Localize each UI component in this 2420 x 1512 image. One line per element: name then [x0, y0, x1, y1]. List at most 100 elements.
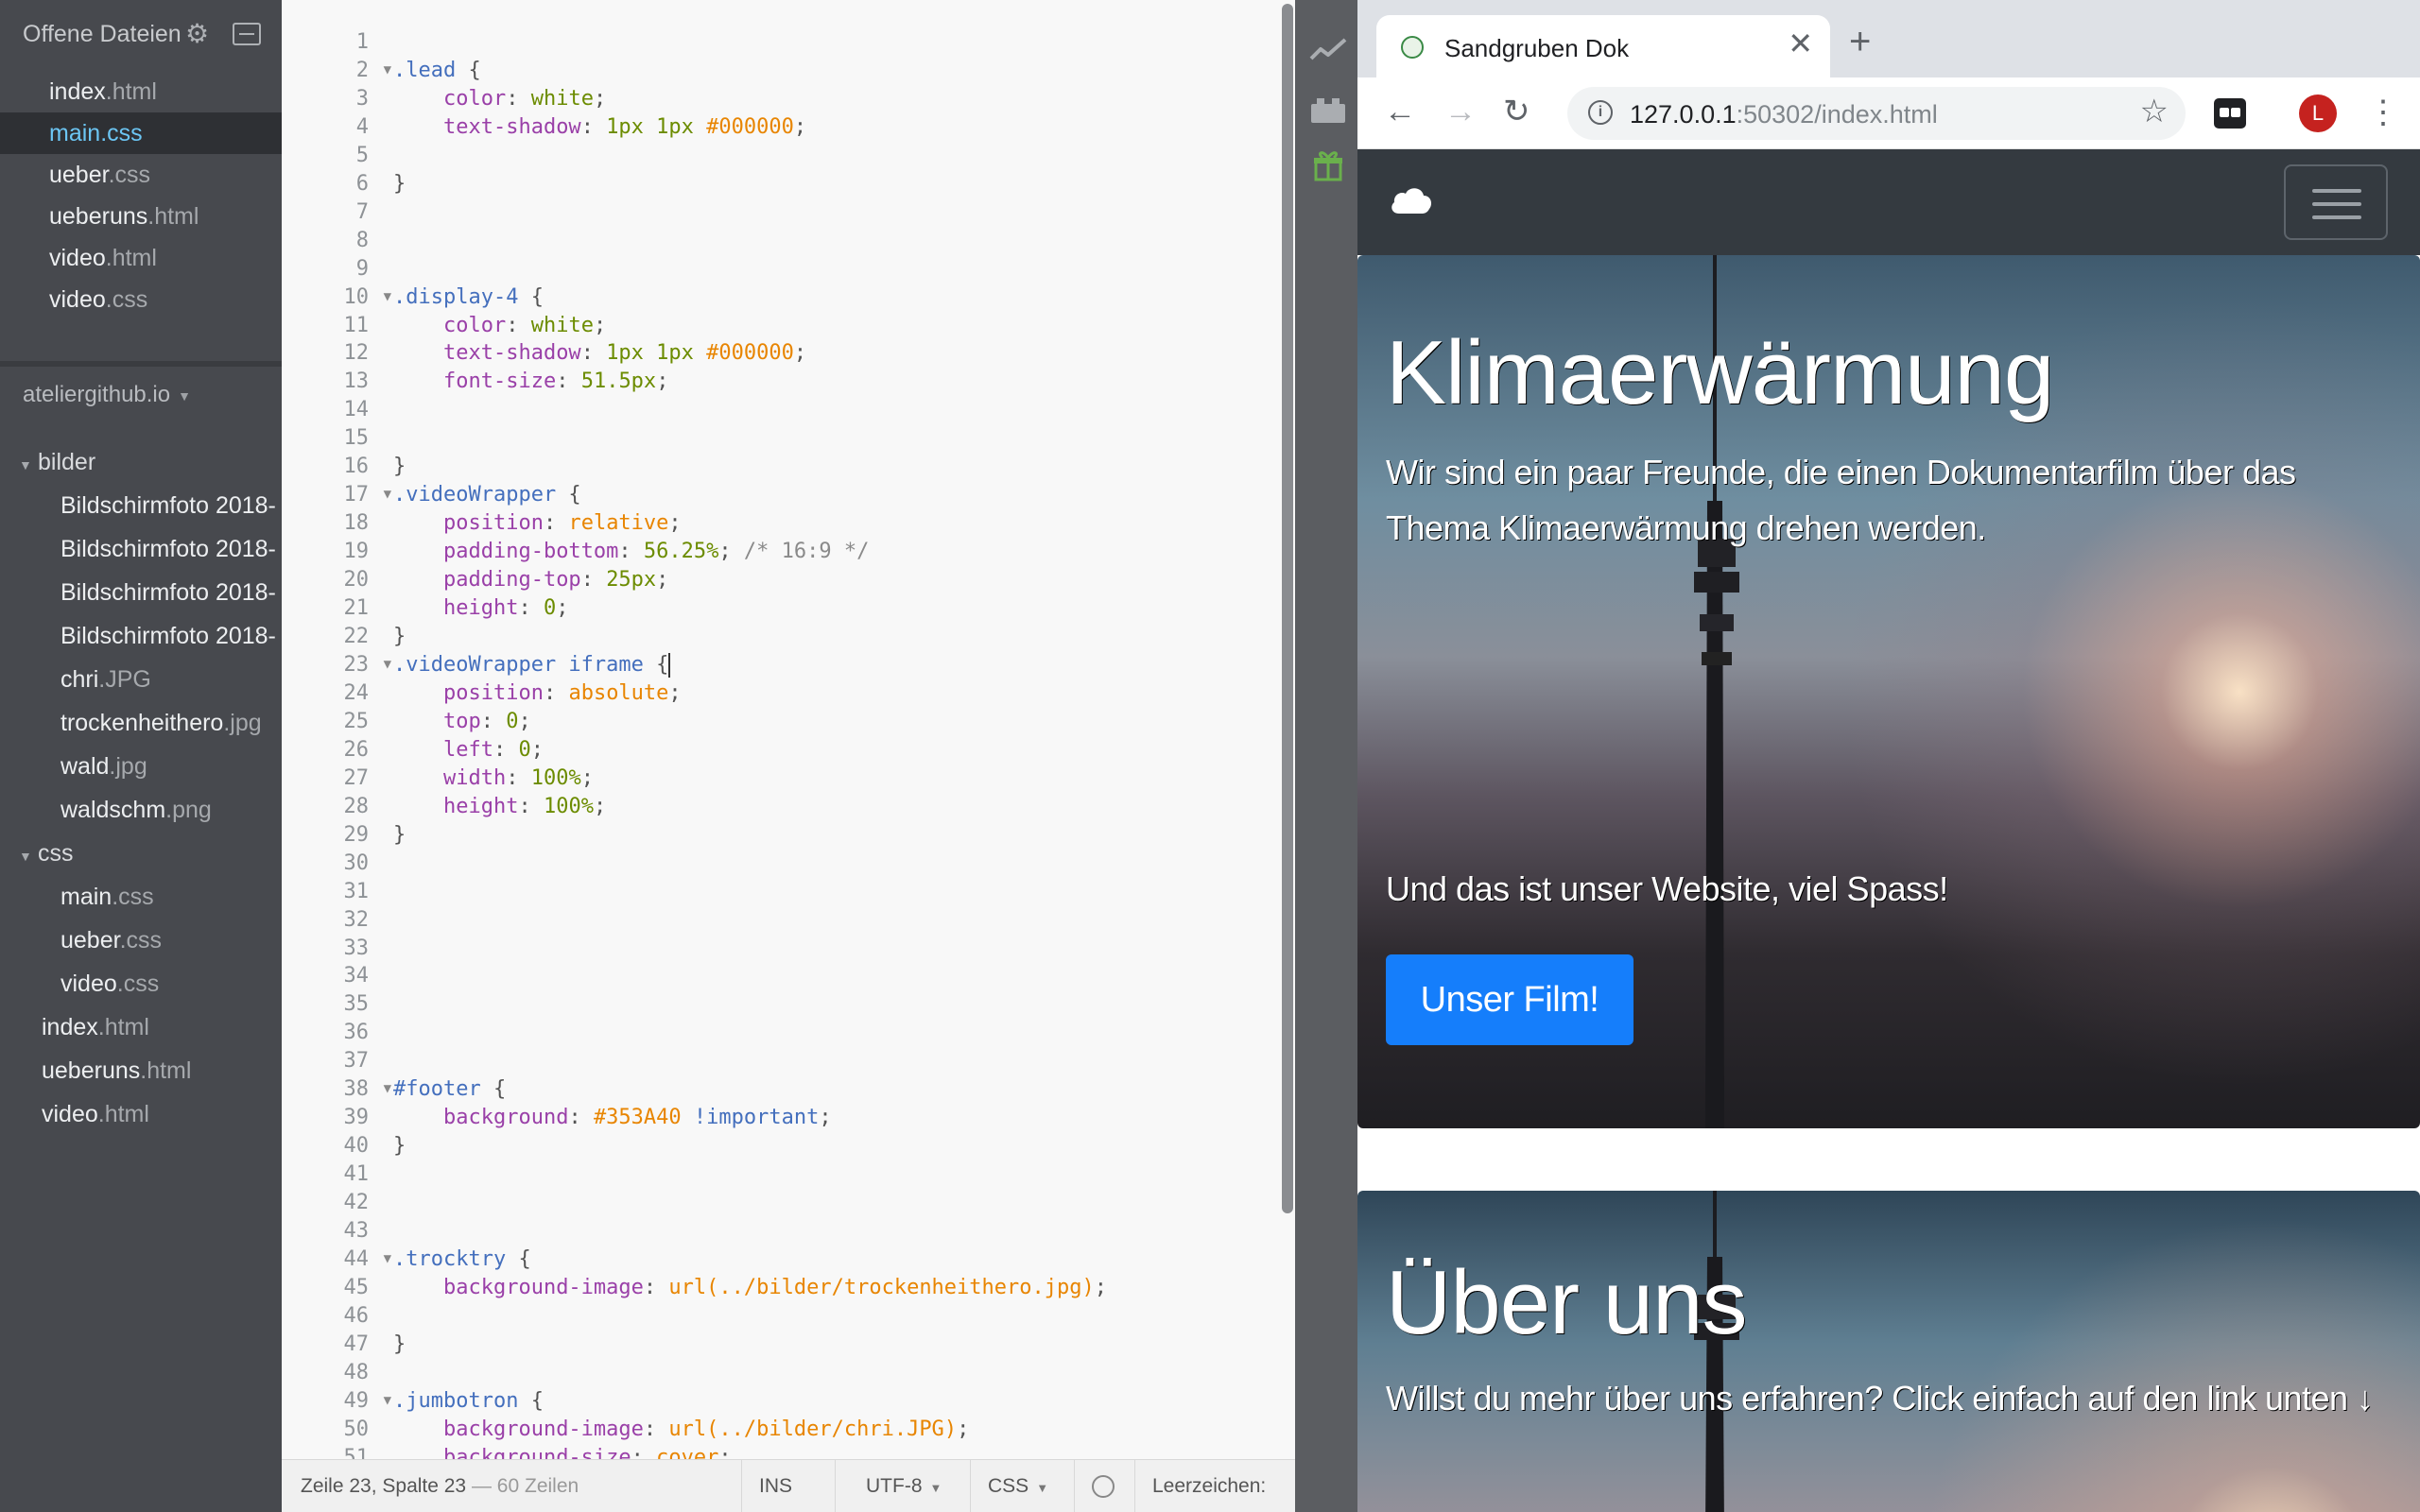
- tree-file[interactable]: Bildschirmfoto 2018-: [0, 527, 282, 571]
- tree-file[interactable]: ueber.css: [0, 919, 282, 962]
- back-arrow-icon[interactable]: ←: [1384, 93, 1416, 130]
- line-number: 41: [343, 1162, 370, 1187]
- tree-file[interactable]: video.css: [0, 962, 282, 1005]
- project-selector[interactable]: ateliergithub.io ▼: [23, 382, 191, 408]
- working-file-item[interactable]: video.html: [0, 237, 282, 279]
- tree-item-label: trockenheithero: [60, 710, 224, 736]
- gift-icon[interactable]: [1309, 149, 1347, 181]
- extension-icon[interactable]: [2214, 98, 2246, 129]
- working-file-item[interactable]: video.css: [0, 279, 282, 320]
- address-bar[interactable]: i 127.0.0.1:50302/index.html ☆: [1567, 87, 2186, 140]
- tree-file[interactable]: trockenheithero.jpg: [0, 701, 282, 745]
- tree-folder[interactable]: ▼ bilder: [0, 440, 282, 484]
- line-number: 29: [343, 822, 370, 847]
- language-dropdown[interactable]: CSS ▼: [970, 1460, 1065, 1512]
- toolbar: ← → ↻ i 127.0.0.1:50302/index.html ☆ L ⋮: [1357, 77, 2420, 149]
- fold-arrow-icon[interactable]: ▼: [384, 1075, 391, 1104]
- tree-item-ext: .JPG: [98, 666, 151, 693]
- code-line: }: [393, 1332, 406, 1356]
- bookmark-star-icon[interactable]: ☆: [2140, 93, 2169, 130]
- line-number: 22: [343, 625, 370, 649]
- page-viewport: Klimaerwärmung Wir sind ein paar Freunde…: [1357, 149, 2420, 1512]
- tree-item-label: css: [38, 840, 74, 867]
- line-number: 15: [343, 426, 370, 451]
- code-line: color: white;: [442, 313, 607, 337]
- tree-file[interactable]: waldschm.png: [0, 788, 282, 832]
- line-number: 8: [355, 228, 369, 252]
- line-number: 19: [343, 540, 370, 564]
- working-file-name: main: [49, 120, 101, 146]
- gear-icon[interactable]: ⚙: [185, 21, 212, 47]
- insert-mode-toggle[interactable]: INS: [741, 1460, 809, 1512]
- tree-file[interactable]: index.html: [0, 1005, 282, 1049]
- forward-arrow-icon[interactable]: →: [1444, 93, 1477, 130]
- working-file-item[interactable]: ueberuns.html: [0, 196, 282, 237]
- code-editor[interactable]: 1 2 ▼ 3 4 5 6 7 8 9 10 ▼ 11 12 13 14 15 16 17 ▼ 18 19 20 21 22 23…: [282, 0, 1295, 1459]
- fold-arrow-icon[interactable]: ▼: [384, 284, 391, 312]
- linter-status[interactable]: [1074, 1460, 1132, 1512]
- encoding-dropdown[interactable]: UTF-8 ▼: [835, 1460, 959, 1512]
- new-tab-button[interactable]: +: [1849, 23, 1871, 60]
- code-line: .trocktry {: [393, 1246, 531, 1271]
- cursor-position: Zeile 23, Spalte 23 — 60 Zeilen: [301, 1475, 579, 1498]
- browser-tab[interactable]: Sandgruben Dok ✕: [1376, 15, 1830, 77]
- working-file-item[interactable]: index.html: [0, 71, 282, 112]
- fold-arrow-icon[interactable]: ▼: [384, 1387, 391, 1416]
- language-label: CSS: [988, 1475, 1029, 1497]
- film-button[interactable]: Unser Film!: [1386, 954, 1634, 1045]
- tree-item-ext: .html: [140, 1057, 192, 1084]
- tree-file[interactable]: ueberuns.html: [0, 1049, 282, 1092]
- fold-arrow-icon[interactable]: ▼: [384, 481, 391, 509]
- indent-setting[interactable]: Leerzeichen: 4: [1134, 1460, 1295, 1512]
- code-line: .display-4 {: [393, 284, 544, 309]
- linter-circle-icon: [1092, 1475, 1115, 1499]
- about-jumbotron: Über uns Willst du mehr über uns erfahre…: [1357, 1191, 2420, 1512]
- fold-arrow-icon[interactable]: ▼: [384, 1246, 391, 1274]
- line-number: 43: [343, 1219, 370, 1244]
- line-number: 14: [343, 398, 370, 422]
- working-file-item[interactable]: ueber.css: [0, 154, 282, 196]
- tree-file[interactable]: Bildschirmfoto 2018-: [0, 571, 282, 614]
- tree-file[interactable]: chri.JPG: [0, 658, 282, 701]
- line-number: 2 ▼: [282, 57, 391, 85]
- more-menu-icon[interactable]: ⋮: [2367, 91, 2399, 134]
- extension-manager-icon[interactable]: [1309, 94, 1347, 127]
- info-icon[interactable]: i: [1588, 100, 1613, 125]
- code-area[interactable]: .lead { color: white; text-shadow: 1px 1…: [393, 28, 1267, 1459]
- tree-file[interactable]: wald.jpg: [0, 745, 282, 788]
- tree-folder[interactable]: ▼ css: [0, 832, 282, 875]
- chevron-down-icon: ▼: [929, 1481, 942, 1495]
- editor-scrollbar[interactable]: [1282, 4, 1293, 1213]
- tree-item-label: video: [60, 971, 117, 997]
- close-icon[interactable]: ✕: [1788, 28, 1813, 59]
- tree-file[interactable]: Bildschirmfoto 2018-: [0, 484, 282, 527]
- line-number: 23 ▼: [282, 651, 392, 679]
- tab-strip: Sandgruben Dok ✕ +: [1357, 0, 2420, 77]
- tree-file[interactable]: Bildschirmfoto 2018-: [0, 614, 282, 658]
- tree-file[interactable]: main.css: [0, 875, 282, 919]
- split-view-icon[interactable]: [233, 23, 261, 45]
- live-preview-icon[interactable]: [1309, 34, 1347, 66]
- cloud-icon[interactable]: [1390, 183, 1433, 215]
- tree-file[interactable]: video.html: [0, 1092, 282, 1136]
- working-file-ext: .css: [105, 286, 148, 313]
- fold-arrow-icon[interactable]: ▼: [384, 57, 391, 85]
- hamburger-menu-button[interactable]: [2284, 164, 2388, 240]
- avatar[interactable]: L: [2299, 94, 2337, 132]
- chevron-down-icon: ▼: [1036, 1481, 1049, 1495]
- working-file-name: video: [49, 245, 106, 271]
- working-file-ext: .html: [147, 203, 199, 230]
- tree-item-label: Bildschirmfoto 2018-: [60, 536, 276, 562]
- favicon-icon: [1401, 36, 1424, 59]
- project-name: ateliergithub.io: [23, 382, 171, 407]
- fold-arrow-icon[interactable]: ▼: [384, 651, 391, 679]
- code-line: }: [393, 455, 406, 479]
- reload-icon[interactable]: ↻: [1503, 93, 1530, 130]
- working-file-item[interactable]: main.css: [0, 112, 282, 154]
- line-number: 33: [343, 936, 370, 960]
- working-file-ext: .html: [105, 245, 157, 271]
